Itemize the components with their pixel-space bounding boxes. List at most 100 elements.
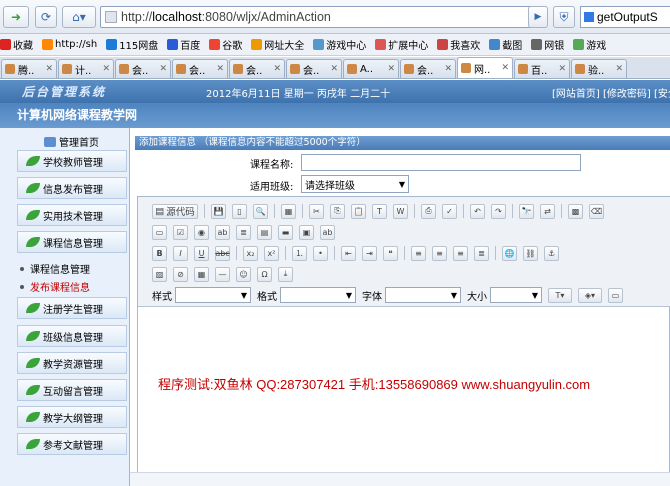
- italic-icon[interactable]: I: [173, 245, 188, 261]
- close-icon[interactable]: ✕: [159, 64, 167, 74]
- subscript-icon[interactable]: x₂: [243, 245, 258, 261]
- back-button[interactable]: ➜: [3, 6, 29, 28]
- bookmark-item[interactable]: 我喜欢: [437, 37, 480, 52]
- close-icon[interactable]: ✕: [102, 64, 110, 74]
- close-icon[interactable]: ✕: [216, 64, 224, 74]
- new-page-icon[interactable]: ▯: [232, 203, 247, 219]
- select-field-icon[interactable]: ▤: [257, 224, 272, 240]
- underline-icon[interactable]: U: [194, 245, 209, 261]
- preview-icon[interactable]: 🔍: [253, 203, 268, 219]
- sidebar-menu-item[interactable]: 学校教师管理: [17, 150, 127, 172]
- source-button[interactable]: ▤ 源代码: [152, 203, 198, 219]
- style-combo[interactable]: ▼: [175, 287, 251, 303]
- size-combo[interactable]: ▼: [490, 287, 542, 303]
- bookmark-item[interactable]: http://sh: [42, 39, 97, 50]
- print-icon[interactable]: ⎙: [421, 203, 436, 219]
- format-combo[interactable]: ▼: [280, 287, 356, 303]
- table-icon[interactable]: ▦: [194, 266, 209, 282]
- sidebar-menu-item[interactable]: 注册学生管理: [17, 297, 127, 319]
- undo-icon[interactable]: ↶: [470, 203, 485, 219]
- copy-icon[interactable]: ⎘: [330, 203, 345, 219]
- close-icon[interactable]: ✕: [45, 64, 53, 74]
- browser-tab[interactable]: 百.. ✕: [514, 59, 570, 78]
- bullet-list-icon[interactable]: •: [313, 245, 328, 261]
- align-left-icon[interactable]: ≡: [411, 245, 426, 261]
- smiley-icon[interactable]: ☺: [236, 266, 251, 282]
- browser-tab[interactable]: 会.. ✕: [229, 59, 285, 78]
- align-right-icon[interactable]: ≡: [453, 245, 468, 261]
- image-icon[interactable]: ▨: [152, 266, 167, 282]
- radio-icon[interactable]: ◉: [194, 224, 209, 240]
- find-icon[interactable]: 🔭: [519, 203, 534, 219]
- close-icon[interactable]: ✕: [330, 64, 338, 74]
- text-color-icon[interactable]: T▾: [548, 287, 572, 303]
- close-icon[interactable]: ✕: [615, 64, 623, 74]
- sidebar-menu-item[interactable]: 信息发布管理: [17, 177, 127, 199]
- editor-content[interactable]: 程序测试:双鱼林 QQ:287307421 手机:13558690869 www…: [158, 374, 590, 393]
- form-icon[interactable]: ▭: [152, 224, 167, 240]
- templates-icon[interactable]: ▦: [281, 203, 296, 219]
- horizontal-rule-icon[interactable]: —: [215, 266, 230, 282]
- spellcheck-icon[interactable]: ✓: [442, 203, 457, 219]
- ordered-list-icon[interactable]: ⒈: [292, 245, 307, 261]
- textfield-icon[interactable]: ab: [215, 224, 230, 240]
- sidebar-menu-item[interactable]: 教学大纲管理: [17, 406, 127, 428]
- course-name-input[interactable]: [301, 154, 581, 171]
- button-field-icon[interactable]: ▬: [278, 224, 293, 240]
- close-icon[interactable]: ✕: [558, 64, 566, 74]
- redo-icon[interactable]: ↷: [491, 203, 506, 219]
- browser-tab[interactable]: 腾.. ✕: [1, 59, 57, 78]
- close-icon[interactable]: ✕: [501, 63, 509, 73]
- page-break-icon[interactable]: ⤓: [278, 266, 293, 282]
- close-icon[interactable]: ✕: [387, 64, 395, 74]
- bookmark-item[interactable]: 115网盘: [106, 37, 158, 52]
- save-icon[interactable]: 💾: [211, 203, 226, 219]
- textarea-icon[interactable]: ≣: [236, 224, 251, 240]
- header-links[interactable]: [网站首页] [修改密码] [安全: [552, 85, 670, 100]
- sidebar-menu-item[interactable]: 实用技术管理: [17, 204, 127, 226]
- bookmark-item[interactable]: 扩展中心: [375, 37, 428, 52]
- link-icon[interactable]: 🌐: [502, 245, 517, 261]
- flash-icon[interactable]: ⊘: [173, 266, 188, 282]
- paste-text-icon[interactable]: T: [372, 203, 387, 219]
- browser-tab[interactable]: 网.. ✕: [457, 57, 513, 78]
- bookmark-item[interactable]: 网银: [531, 37, 564, 52]
- checkbox-icon[interactable]: ☑: [173, 224, 188, 240]
- select-all-icon[interactable]: ▩: [568, 203, 583, 219]
- maximize-icon[interactable]: ▭: [608, 287, 623, 303]
- browser-tab[interactable]: 验.. ✕: [571, 59, 627, 78]
- sidebar-menu-item[interactable]: 课程信息管理: [17, 231, 127, 253]
- sidebar-menu-item[interactable]: 班级信息管理: [17, 325, 127, 347]
- cut-icon[interactable]: ✂: [309, 203, 324, 219]
- refresh-button[interactable]: ⟳: [35, 6, 57, 28]
- home-button[interactable]: ⌂▾: [62, 6, 96, 28]
- browser-tab[interactable]: A.. ✕: [343, 59, 399, 78]
- sidebar-subitem[interactable]: 课程信息管理: [20, 261, 90, 276]
- close-icon[interactable]: ✕: [273, 64, 281, 74]
- browser-tab[interactable]: 会.. ✕: [115, 59, 171, 78]
- shield-button[interactable]: ⛨: [553, 6, 575, 28]
- indent-icon[interactable]: ⇥: [362, 245, 377, 261]
- image-button-icon[interactable]: ▣: [299, 224, 314, 240]
- special-char-icon[interactable]: Ω: [257, 266, 272, 282]
- bold-icon[interactable]: B: [152, 245, 167, 261]
- font-combo[interactable]: ▼: [385, 287, 461, 303]
- justify-icon[interactable]: ≣: [474, 245, 489, 261]
- sidebar-menu-item[interactable]: 教学资源管理: [17, 352, 127, 374]
- paste-word-icon[interactable]: W: [393, 203, 408, 219]
- bookmark-item[interactable]: 网址大全: [251, 37, 304, 52]
- sidebar-menu-item[interactable]: 参考文献管理: [17, 433, 127, 455]
- bookmark-item[interactable]: 截图: [489, 37, 522, 52]
- anchor-icon[interactable]: ⚓: [544, 245, 559, 261]
- sidebar-subitem[interactable]: 发布课程信息: [20, 279, 90, 294]
- eraser-icon[interactable]: ⌫: [589, 203, 604, 219]
- bookmark-item[interactable]: 游戏中心: [313, 37, 366, 52]
- browser-tab[interactable]: 会.. ✕: [286, 59, 342, 78]
- unlink-icon[interactable]: ⛓: [523, 245, 538, 261]
- paste-icon[interactable]: 📋: [351, 203, 366, 219]
- browser-tab[interactable]: 计.. ✕: [58, 59, 114, 78]
- blockquote-icon[interactable]: ❝: [383, 245, 398, 261]
- sidebar-home[interactable]: 管理首页: [44, 134, 99, 149]
- bookmark-item[interactable]: 谷歌: [209, 37, 242, 52]
- hidden-field-icon[interactable]: ab: [320, 224, 335, 240]
